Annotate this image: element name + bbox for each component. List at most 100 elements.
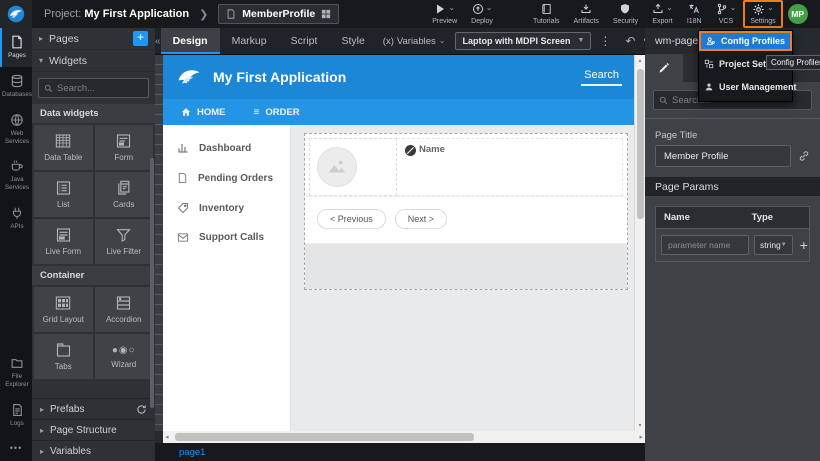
refresh-icon[interactable]	[136, 404, 147, 415]
add-page-button[interactable]: +	[133, 31, 148, 46]
image-placeholder-icon	[317, 147, 357, 187]
add-param-button[interactable]: +	[798, 238, 810, 252]
widgets-section-header[interactable]: ▾ Widgets	[32, 50, 155, 72]
statusbar-page-tab[interactable]: page1	[179, 447, 205, 458]
canvas-vertical-scrollbar[interactable]: ▴ ▾	[634, 55, 645, 431]
globe-icon	[10, 113, 24, 127]
tab-script[interactable]: Script	[279, 28, 330, 54]
tab-design[interactable]: Design	[161, 28, 220, 54]
variables-button[interactable]: (x) Variables ⌄	[377, 36, 452, 47]
user-avatar[interactable]: MP	[788, 4, 808, 24]
scroll-up-icon[interactable]: ▴	[635, 57, 645, 64]
chevron-down-icon[interactable]: ⌄	[448, 3, 455, 13]
list-item-name-field[interactable]: Name	[397, 138, 623, 196]
page-title-input[interactable]	[655, 145, 791, 167]
container-widgets-grid: Grid Layout Accordion Tabs ●◉○ Wizard	[32, 285, 155, 381]
widget-wizard[interactable]: ●◉○ Wizard	[95, 334, 154, 379]
canvas-horizontal-scrollbar[interactable]: ◂ ▸	[163, 431, 645, 443]
menu-item-dashboard[interactable]: Dashboard	[163, 133, 290, 163]
widget-grid-layout[interactable]: Grid Layout	[34, 287, 93, 332]
canvas-search-link[interactable]: Search	[581, 69, 622, 86]
list-item-template[interactable]: Name	[305, 134, 627, 196]
left-panel-scrollbar[interactable]	[150, 158, 154, 408]
prefabs-section-header[interactable]: ▸ Prefabs	[32, 398, 155, 419]
widget-accordion[interactable]: Accordion	[95, 287, 154, 332]
previous-button[interactable]: < Previous	[317, 209, 386, 229]
vcs-button[interactable]: ⌄ VCS	[709, 1, 744, 27]
sidebar-item-web-services[interactable]: Web Services	[0, 106, 32, 153]
list-item-image-cell[interactable]	[309, 138, 397, 196]
widget-list[interactable]: List	[34, 172, 93, 217]
undo-icon[interactable]: ↶	[621, 35, 639, 47]
menu-item-config-profiles[interactable]: Config Profiles	[699, 31, 792, 51]
tab-markup[interactable]: Markup	[220, 28, 279, 54]
sidebar-item-pages[interactable]: Pages	[0, 28, 32, 67]
more-options-icon[interactable]: •••	[0, 435, 32, 461]
device-preview-select[interactable]: Laptop with MDPI Screen ▼	[455, 32, 591, 50]
scroll-right-icon[interactable]: ▸	[639, 433, 643, 441]
settings-button[interactable]: ⌄ Settings	[743, 0, 782, 28]
scroll-down-icon[interactable]: ▾	[635, 422, 645, 429]
horizontal-scroll-thumb[interactable]	[175, 433, 474, 441]
pages-section-header[interactable]: ▸ Pages +	[32, 28, 155, 50]
i18n-button[interactable]: I18N	[680, 1, 709, 27]
security-button[interactable]: Security	[606, 1, 645, 27]
widget-cards[interactable]: Cards	[95, 172, 154, 217]
sidebar-item-logs[interactable]: Logs	[0, 396, 32, 435]
chevron-down-icon[interactable]: ⌄	[767, 3, 774, 13]
nav-item-home[interactable]: HOME	[181, 107, 226, 118]
search-icon	[659, 96, 668, 105]
cards-icon	[115, 180, 132, 196]
tab-edit[interactable]	[645, 54, 683, 82]
project-settings-icon	[704, 59, 714, 69]
page-grid-icon[interactable]	[321, 9, 331, 19]
tutorials-button[interactable]: Tutorials	[526, 1, 567, 27]
artifacts-button[interactable]: Artifacts	[567, 1, 606, 27]
widget-form[interactable]: Form	[95, 125, 154, 170]
export-button[interactable]: ⌄ Export	[645, 1, 680, 27]
deploy-button[interactable]: ⌄ Deploy	[464, 1, 500, 27]
vertical-scroll-thumb[interactable]	[637, 69, 644, 219]
export-upload-icon	[652, 3, 664, 15]
widget-live-filter[interactable]: Live Filter	[95, 219, 154, 264]
widget-data-table[interactable]: Data Table	[34, 125, 93, 170]
variables-section-header[interactable]: ▸ Variables	[32, 440, 155, 461]
bind-link-icon[interactable]	[798, 150, 810, 162]
preview-button[interactable]: ⌄ Preview	[425, 1, 464, 27]
param-type-select[interactable]: string ▼	[754, 235, 793, 255]
widget-live-form[interactable]: Live Form	[34, 219, 93, 264]
widget-search[interactable]	[38, 78, 149, 98]
wavemaker-logo-icon[interactable]	[0, 0, 32, 28]
sidebar-item-java-services[interactable]: Java Services	[0, 152, 32, 199]
chevron-down-icon[interactable]: ⌄	[730, 3, 737, 13]
tab-style[interactable]: Style	[329, 28, 376, 54]
security-shield-icon	[619, 3, 631, 15]
settings-label: Settings	[750, 18, 775, 25]
menu-item-inventory[interactable]: Inventory	[163, 193, 290, 223]
param-name-input[interactable]	[661, 235, 749, 255]
home-icon	[181, 107, 191, 117]
param-type-column-header: Type	[744, 207, 809, 228]
selected-list-widget[interactable]: Name < Previous Next >	[304, 133, 628, 290]
sidebar-item-databases[interactable]: Databases	[0, 67, 32, 106]
chevron-down-icon[interactable]: ⌄	[666, 3, 673, 13]
menu-item-pending-orders[interactable]: Pending Orders	[163, 163, 290, 193]
menu-item-support-calls[interactable]: Support Calls	[163, 223, 290, 252]
chevron-down-icon[interactable]: ⌄	[486, 3, 493, 13]
canvas-app-header[interactable]: My First Application Search	[163, 55, 634, 99]
deploy-icon	[472, 3, 484, 15]
scroll-left-icon[interactable]: ◂	[165, 433, 169, 441]
widget-search-input[interactable]	[57, 83, 143, 94]
menu-item-user-management[interactable]: User Management	[699, 77, 792, 97]
log-file-icon	[11, 403, 24, 417]
sidebar-item-apis[interactable]: APIs	[0, 199, 32, 238]
sidebar-item-file-explorer[interactable]: File Explorer	[0, 350, 32, 396]
kebab-menu-icon[interactable]: ⋮	[595, 35, 615, 47]
list-footer-area	[305, 243, 627, 289]
next-button[interactable]: Next >	[395, 209, 447, 229]
design-canvas[interactable]: My First Application Search HOME ≡ ORDER	[163, 55, 634, 431]
widget-tabs[interactable]: Tabs	[34, 334, 93, 379]
open-page-tab[interactable]: MemberProfile	[218, 4, 339, 24]
page-structure-section-header[interactable]: ▸ Page Structure	[32, 419, 155, 440]
nav-item-order[interactable]: ≡ ORDER	[254, 107, 300, 118]
